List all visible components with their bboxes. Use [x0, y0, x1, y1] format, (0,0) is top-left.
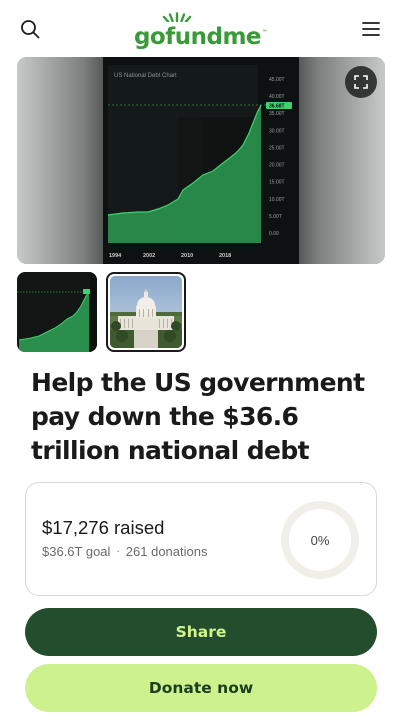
progress-ring: 0% [280, 500, 360, 580]
goal-amount: $36.6T goal [42, 544, 111, 559]
chart-x-tick-label: 1994 [109, 253, 122, 259]
separator-dot: · [116, 546, 120, 557]
chart-y-tick-label: 5.00T [269, 214, 282, 220]
expand-icon [354, 75, 368, 89]
capitol-thumbnail-frame [110, 276, 182, 348]
chart-title: US National Debt Chart [114, 73, 177, 79]
logo-text: gofundme [133, 23, 262, 50]
donate-now-button[interactable]: Donate now [25, 664, 377, 712]
debt-chart-thumbnail[interactable] [17, 272, 97, 352]
chart-y-tick-label: 20.00T [269, 163, 285, 169]
logo-sprout-icon [162, 11, 192, 22]
chart-y-tick-label: 40.00T [269, 94, 285, 100]
amount-raised: $17,276 raised [42, 517, 165, 538]
search-icon [21, 19, 40, 38]
chart-y-tick-label: 0.00 [269, 231, 279, 237]
debt-chart-image: US National Debt Chart 36.68T 45.00T 40.0… [103, 57, 299, 264]
chart-thumbnail-image [17, 272, 97, 352]
chart-x-tick-label: 2002 [143, 253, 155, 259]
campaign-title: Help the US government pay down the $36.… [31, 368, 365, 465]
capitol-building-image [110, 276, 182, 348]
chart-y-tick-label: 15.00T [269, 180, 285, 186]
chart-x-tick-label: 2018 [219, 253, 231, 259]
debt-chart-graphic: US National Debt Chart 36.68T 45.00T 40.0… [103, 57, 299, 264]
hamburger-menu-icon [362, 21, 380, 36]
share-button[interactable]: Share [25, 608, 377, 656]
thumbnail-strip [17, 272, 186, 352]
menu-button[interactable] [359, 17, 383, 41]
top-header: gofundme ™ [0, 0, 401, 57]
expand-button[interactable] [345, 66, 377, 98]
chart-y-tick-label: 35.00T [269, 111, 285, 117]
goal-and-donations: $36.6T goal · 261 donations [42, 544, 207, 559]
chart-y-tick-label: 30.00T [269, 128, 285, 134]
chart-x-tick-label: 2010 [181, 253, 193, 259]
chart-marker-label: 36.68T [269, 104, 285, 110]
chart-y-tick-label: 25.00T [269, 145, 285, 151]
donation-progress-card: $17,276 raised $36.6T goal · 261 donatio… [25, 482, 377, 596]
chart-y-tick-label: 45.00T [269, 77, 285, 83]
chart-y-tick-label: 10.00T [269, 197, 285, 203]
search-button[interactable] [18, 17, 42, 41]
gofundme-logo[interactable]: gofundme ™ [134, 9, 267, 49]
hero-image[interactable]: US National Debt Chart 36.68T 45.00T 40.0… [17, 57, 385, 264]
capitol-building-thumbnail[interactable] [106, 272, 186, 352]
logo-trademark: ™ [262, 28, 268, 35]
donation-count: 261 donations [125, 544, 208, 559]
progress-percent: 0% [310, 532, 330, 548]
